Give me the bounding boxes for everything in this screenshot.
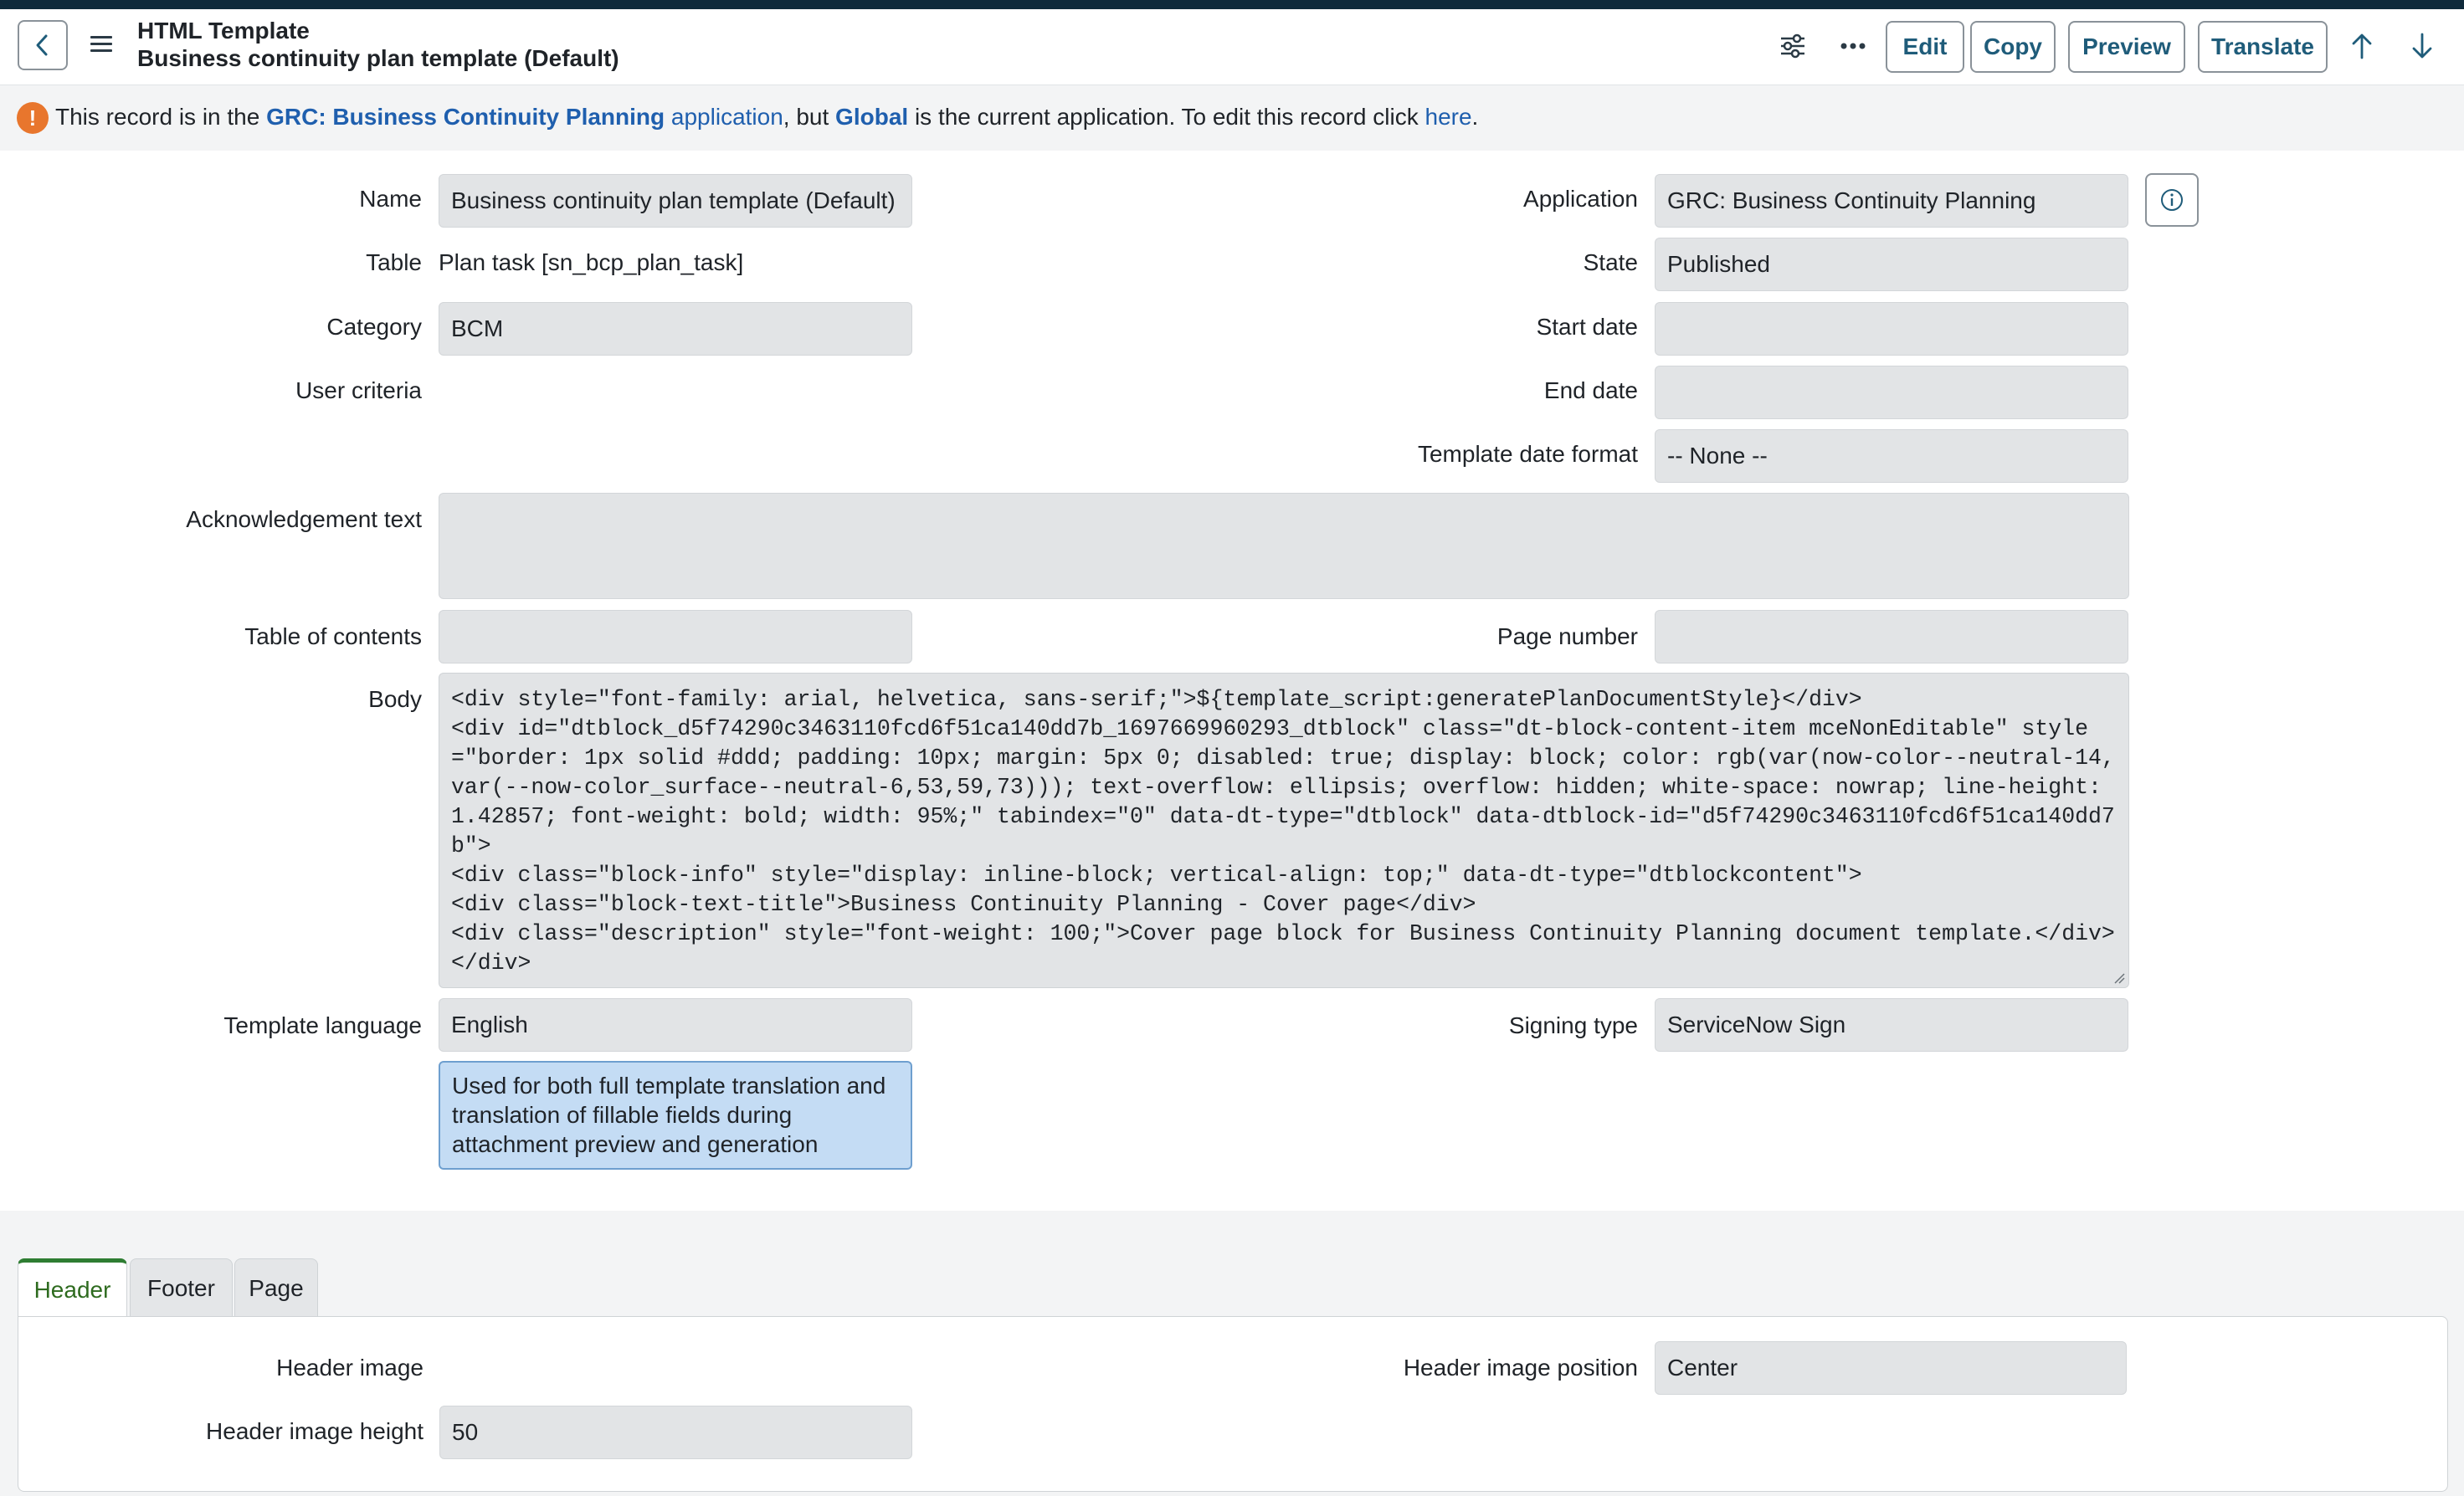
preview-button[interactable]: Preview: [2068, 21, 2185, 73]
tab-footer[interactable]: Footer: [130, 1258, 233, 1317]
notice-current-app: Global: [835, 104, 909, 130]
header-image-label: Header image: [276, 1355, 424, 1381]
arrow-down-icon: [2412, 33, 2432, 59]
start-date-label: Start date: [1536, 314, 1638, 340]
arrow-up-icon: [2352, 33, 2372, 59]
page-number-label: Page number: [1496, 623, 1638, 649]
top-strip: [0, 0, 2464, 9]
ellipsis-icon: [1840, 43, 1866, 49]
record-type-title: HTML Template: [137, 18, 310, 44]
end-date-label: End date: [1543, 377, 1638, 403]
application-scope-notice: ! This record is in the GRC: Business Co…: [0, 85, 2464, 151]
next-record-button[interactable]: [2399, 23, 2446, 69]
personalize-form-button[interactable]: [1769, 23, 1816, 69]
start-date-field[interactable]: [1655, 302, 2128, 356]
state-label: State: [1583, 249, 1638, 275]
table-label: Table: [366, 249, 422, 275]
end-date-field[interactable]: [1655, 366, 2128, 419]
warning-icon: !: [17, 102, 49, 134]
user-criteria-label: User criteria: [295, 377, 422, 403]
application-label: Application: [1523, 186, 1638, 212]
acknowledgement-text-field[interactable]: [439, 493, 2129, 599]
template-date-format-select[interactable]: -- None --: [1655, 429, 2128, 483]
application-info-button[interactable]: [2145, 173, 2199, 227]
table-of-contents-field[interactable]: [439, 610, 912, 663]
hamburger-menu-icon[interactable]: [90, 36, 112, 53]
record-display-name: Business continuity plan template (Defau…: [137, 45, 619, 71]
edit-button[interactable]: Edit: [1886, 21, 1964, 73]
tab-header[interactable]: Header: [18, 1258, 127, 1317]
state-field[interactable]: Published: [1655, 238, 2128, 291]
body-textarea[interactable]: <div style="font-family: arial, helvetic…: [439, 673, 2129, 988]
previous-record-button[interactable]: [2338, 23, 2385, 69]
header-image-height-label: Header image height: [206, 1418, 424, 1444]
sliders-icon: [1781, 33, 1804, 59]
signing-type-field[interactable]: ServiceNow Sign: [1655, 998, 2128, 1052]
body-label: Body: [368, 686, 422, 712]
acknowledgement-text-label: Acknowledgement text: [186, 506, 422, 532]
template-date-format-label: Template date format: [1417, 441, 1638, 467]
category-label: Category: [326, 314, 422, 340]
translate-button[interactable]: Translate: [2198, 21, 2328, 73]
notice-app-link[interactable]: GRC: Business Continuity Planning: [266, 104, 665, 130]
application-field[interactable]: GRC: Business Continuity Planning: [1655, 174, 2128, 228]
notice-here-link[interactable]: here: [1425, 104, 1472, 130]
header-image-position-label: Header image position: [1403, 1355, 1638, 1381]
body-content: <div style="font-family: arial, helvetic…: [451, 687, 2115, 976]
name-label: Name: [359, 186, 422, 212]
template-language-field[interactable]: English: [439, 998, 912, 1052]
record-header: HTML Template Business continuity plan t…: [0, 9, 2464, 85]
category-field[interactable]: BCM: [439, 302, 912, 356]
copy-button[interactable]: Copy: [1970, 21, 2056, 73]
template-language-label: Template language: [223, 1012, 422, 1038]
page-number-field[interactable]: [1655, 610, 2128, 663]
template-language-hint: Used for both full template translation …: [439, 1061, 912, 1170]
chevron-left-icon: [36, 34, 48, 56]
tab-page[interactable]: Page: [234, 1258, 318, 1317]
info-icon: [2161, 189, 2183, 211]
back-button[interactable]: [18, 20, 68, 70]
signing-type-label: Signing type: [1508, 1012, 1638, 1038]
resize-handle-icon[interactable]: [2113, 972, 2125, 984]
name-field[interactable]: Business continuity plan template (Defau…: [439, 174, 912, 228]
more-options-button[interactable]: [1830, 23, 1876, 69]
header-image-position-select[interactable]: Center: [1655, 1341, 2127, 1395]
table-value: Plan task [sn_bcp_plan_task]: [439, 249, 744, 275]
table-of-contents-label: Table of contents: [244, 623, 422, 649]
notice-message: This record is in the GRC: Business Cont…: [55, 104, 1479, 130]
header-image-height-field[interactable]: 50: [439, 1406, 912, 1459]
